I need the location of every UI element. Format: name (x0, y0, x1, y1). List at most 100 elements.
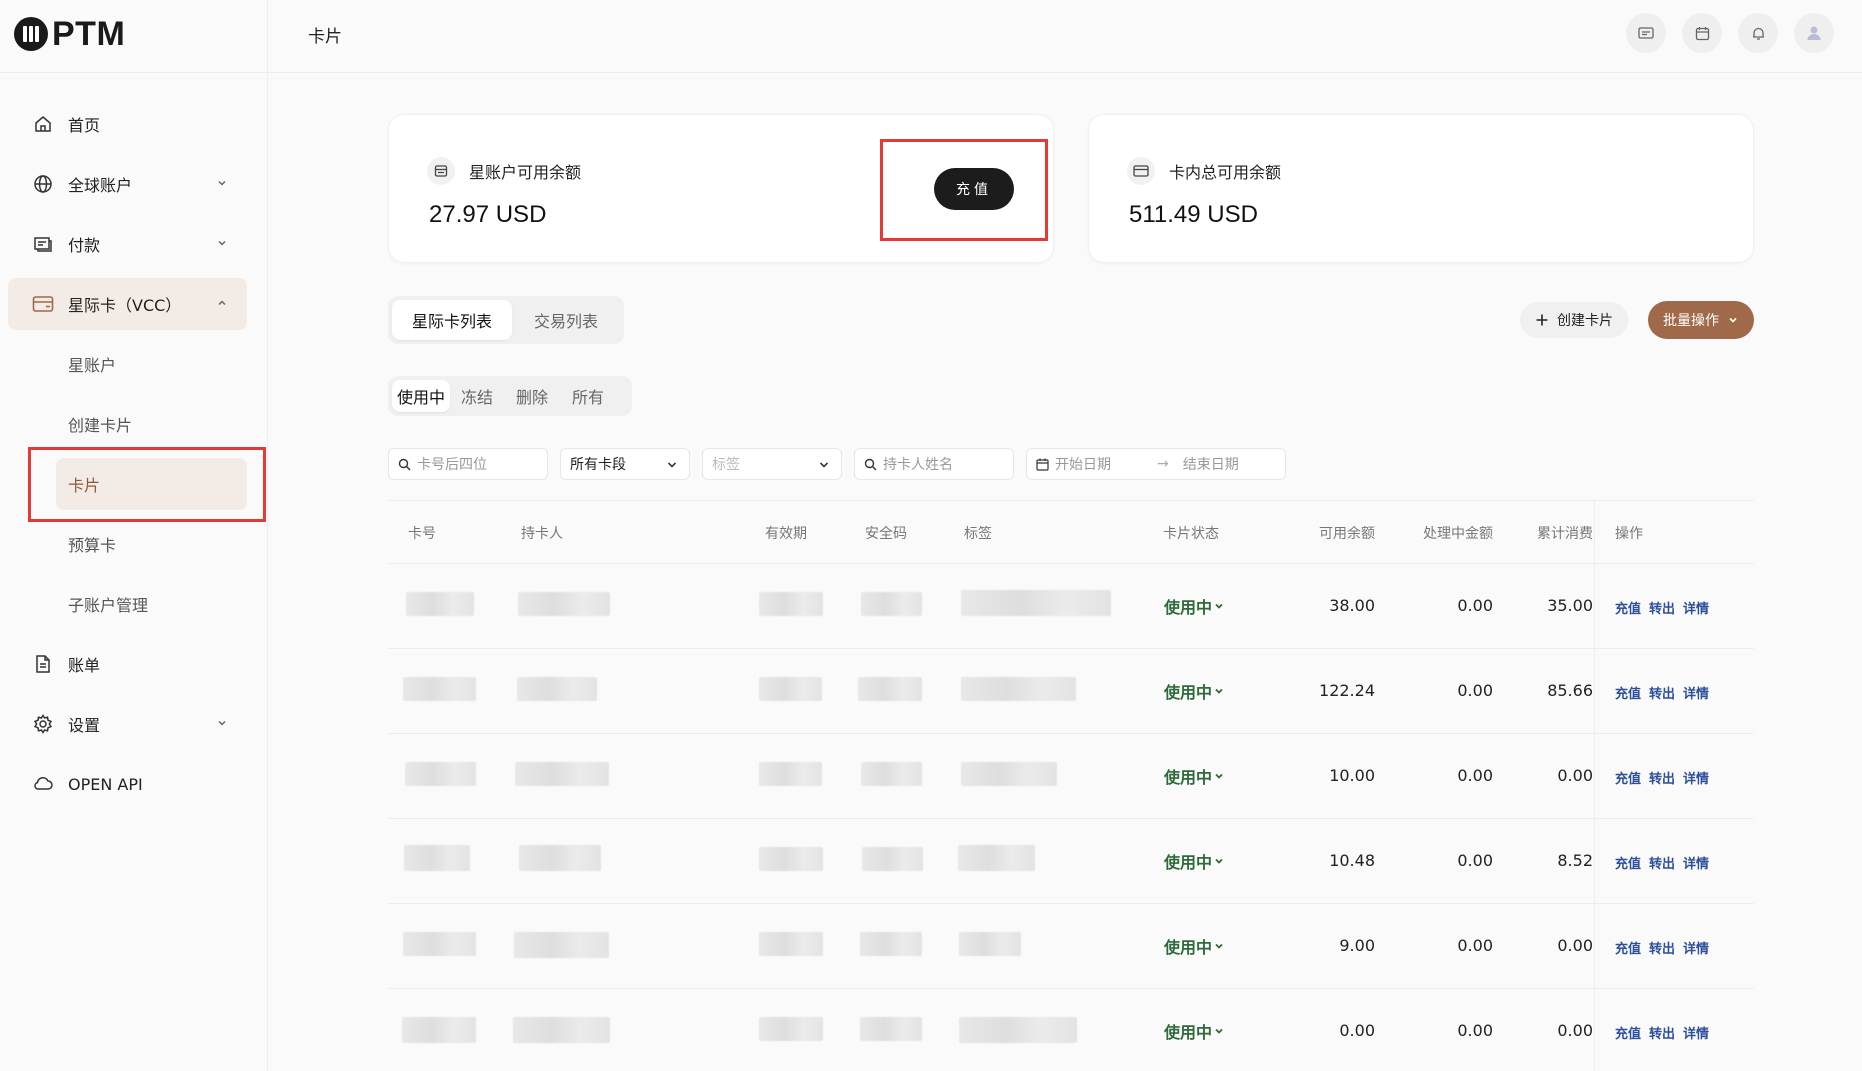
tab-status-deleted[interactable]: 删除 (504, 380, 560, 412)
bell-icon[interactable] (1738, 13, 1778, 53)
recharge-link[interactable]: 充值 (1615, 683, 1641, 702)
recharge-link[interactable]: 充值 (1615, 598, 1641, 617)
pending-amount: 0.00 (1457, 936, 1493, 955)
card-swap-icon[interactable] (1626, 13, 1666, 53)
total-spent: 0.00 (1557, 936, 1593, 955)
date-range-picker[interactable]: 开始日期 → 结束日期 (1026, 448, 1286, 480)
logo[interactable]: PTM (14, 14, 125, 54)
top-bar: 卡片 (268, 0, 1862, 73)
card-segment-select[interactable]: 所有卡段 (560, 448, 690, 480)
transfer-out-link[interactable]: 转出 (1649, 768, 1675, 787)
sidebar-subitem-sub-accounts[interactable]: 子账户管理 (56, 578, 246, 630)
total-spent: 8.52 (1557, 851, 1593, 870)
col-card-status: 卡片状态 (1163, 526, 1219, 542)
sidebar-item-global-account[interactable]: 全球账户 (8, 158, 247, 210)
transfer-out-link[interactable]: 转出 (1649, 853, 1675, 872)
details-link[interactable]: 详情 (1683, 683, 1709, 702)
status-dropdown[interactable]: 使用中 (1164, 764, 1224, 788)
recharge-button[interactable]: 充值 (934, 168, 1014, 210)
redacted-cvv (860, 1017, 922, 1041)
table-header: 卡号 持卡人 有效期 安全码 标签 卡片状态 可用余额 处理中金额 累计消费 操… (388, 500, 1754, 564)
redacted-holder (513, 1017, 610, 1043)
holder-name-search[interactable]: 持卡人姓名 (854, 448, 1014, 480)
recharge-link[interactable]: 充值 (1615, 1023, 1641, 1042)
details-link[interactable]: 详情 (1683, 768, 1709, 787)
batch-operation-button[interactable]: 批量操作 (1648, 301, 1754, 339)
tab-status-all[interactable]: 所有 (560, 380, 616, 412)
redacted-card-number (402, 1017, 476, 1043)
cloud-icon (32, 773, 54, 795)
sidebar-item-label: 设置 (68, 716, 101, 735)
recharge-link[interactable]: 充值 (1615, 768, 1641, 787)
redacted-tag (959, 1017, 1077, 1043)
card-icon (1127, 157, 1155, 185)
plus-icon (1536, 314, 1548, 326)
star-account-balance-label-row: 星账户可用余额 (427, 157, 581, 185)
tag-select[interactable]: 标签 (702, 448, 842, 480)
details-link[interactable]: 详情 (1683, 598, 1709, 617)
page-title: 卡片 (308, 27, 342, 47)
subitem-label: 星账户 (68, 356, 117, 375)
tag-placeholder: 标签 (712, 457, 740, 473)
card-total-balance-card: 卡内总可用余额 511.49 USD (1088, 114, 1754, 263)
calendar-icon[interactable] (1682, 13, 1722, 53)
card-last4-search[interactable]: 卡号后四位 (388, 448, 548, 480)
details-link[interactable]: 详情 (1683, 938, 1709, 957)
sidebar-subitem-budget-card[interactable]: 预算卡 (56, 518, 246, 570)
transfer-out-link[interactable]: 转出 (1649, 938, 1675, 957)
sidebar-subitem-create-card[interactable]: 创建卡片 (56, 398, 246, 450)
status-dropdown[interactable]: 使用中 (1164, 594, 1224, 618)
row-actions: 充值 转出 详情 (1615, 598, 1709, 617)
tab-transaction-list[interactable]: 交易列表 (512, 300, 620, 340)
transfer-out-link[interactable]: 转出 (1649, 1023, 1675, 1042)
sidebar-item-label: 全球账户 (68, 176, 133, 195)
card-icon (32, 293, 54, 315)
tab-card-list[interactable]: 星际卡列表 (392, 300, 512, 340)
logo-text: PTM (52, 14, 126, 53)
status-dropdown[interactable]: 使用中 (1164, 1019, 1224, 1043)
sidebar-item-bills[interactable]: 账单 (8, 638, 247, 690)
row-actions: 充值 转出 详情 (1615, 938, 1709, 957)
tab-status-active[interactable]: 使用中 (392, 380, 450, 412)
details-link[interactable]: 详情 (1683, 1023, 1709, 1042)
recharge-link[interactable]: 充值 (1615, 938, 1641, 957)
transfer-out-link[interactable]: 转出 (1649, 683, 1675, 702)
recharge-link[interactable]: 充值 (1615, 853, 1641, 872)
document-icon (32, 653, 54, 675)
available-balance: 10.48 (1329, 851, 1375, 870)
sidebar-item-open-api[interactable]: OPEN API (8, 758, 247, 810)
redacted-expiry (759, 592, 823, 616)
status-dropdown[interactable]: 使用中 (1164, 849, 1224, 873)
table-row: 使用中 0.00 0.00 0.00 充值 转出 详情 (388, 989, 1754, 1071)
sidebar-item-payment[interactable]: 付款 (8, 218, 247, 270)
transfer-out-link[interactable]: 转出 (1649, 598, 1675, 617)
sidebar-item-settings[interactable]: 设置 (8, 698, 247, 750)
status-dropdown[interactable]: 使用中 (1164, 934, 1224, 958)
sidebar-item-label: 星际卡（VCC） (68, 296, 182, 315)
redacted-tag (958, 845, 1035, 871)
tab-status-frozen[interactable]: 冻结 (450, 380, 504, 412)
status-dropdown[interactable]: 使用中 (1164, 679, 1224, 703)
pending-amount: 0.00 (1457, 766, 1493, 785)
table-row: 使用中 10.48 0.00 8.52 充值 转出 详情 (388, 819, 1754, 904)
row-actions: 充值 转出 详情 (1615, 768, 1709, 787)
wallet-icon (427, 157, 455, 185)
redacted-holder (515, 762, 609, 786)
col-expiry: 有效期 (765, 526, 807, 542)
sidebar-subitem-cards[interactable]: 卡片 (56, 458, 247, 510)
holder-name-placeholder: 持卡人姓名 (883, 457, 953, 473)
redacted-holder (514, 932, 609, 958)
sidebar-item-home[interactable]: 首页 (8, 98, 247, 150)
chevron-down-icon (218, 180, 226, 186)
details-link[interactable]: 详情 (1683, 853, 1709, 872)
row-actions: 充值 转出 详情 (1615, 853, 1709, 872)
row-actions: 充值 转出 详情 (1615, 1023, 1709, 1042)
redacted-card-number (403, 677, 476, 701)
sidebar-subitem-star-account[interactable]: 星账户 (56, 338, 246, 390)
pending-amount: 0.00 (1457, 681, 1493, 700)
avatar-icon[interactable] (1794, 13, 1834, 53)
sidebar-item-vcc[interactable]: 星际卡（VCC） (8, 278, 247, 330)
pending-amount: 0.00 (1457, 596, 1493, 615)
card-total-balance-amount: 511.49 USD (1129, 201, 1258, 228)
create-card-button[interactable]: 创建卡片 (1520, 302, 1628, 338)
